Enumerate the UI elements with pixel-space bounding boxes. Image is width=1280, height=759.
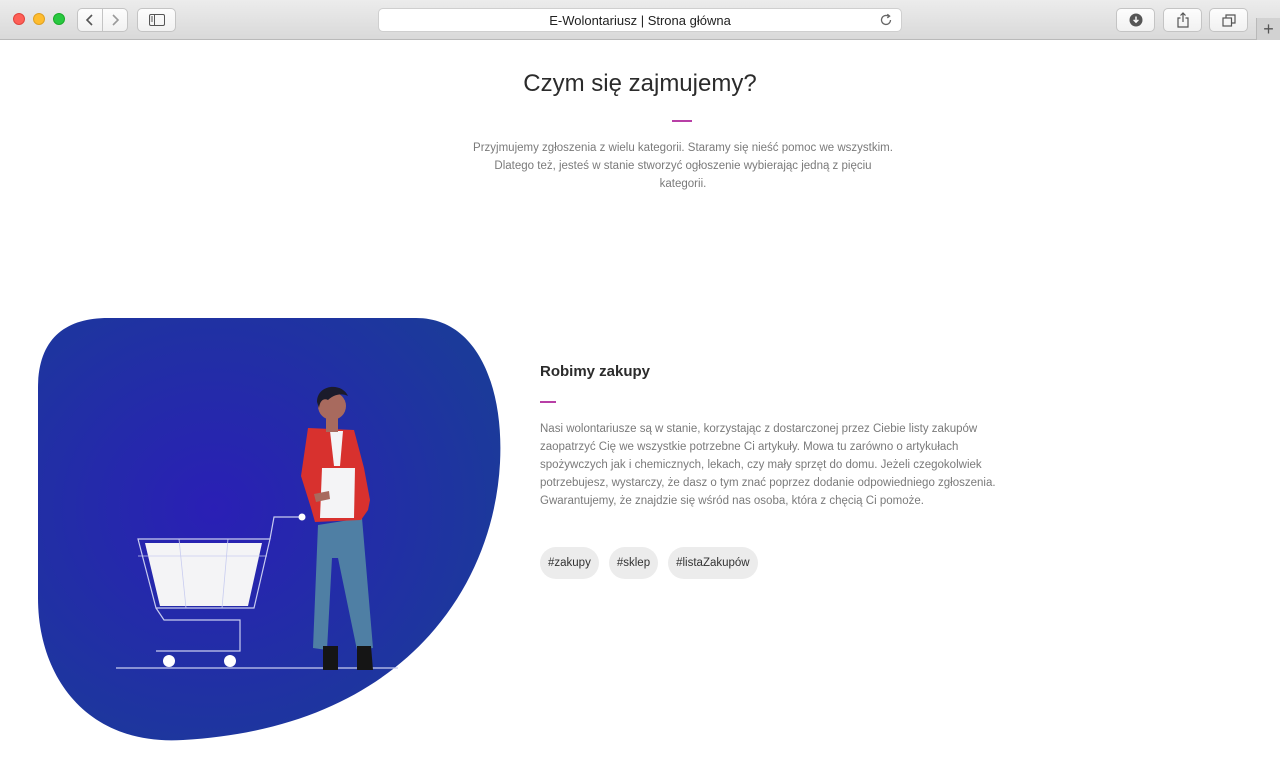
zoom-window-button[interactable]	[53, 13, 65, 25]
chevron-left-icon	[86, 14, 93, 26]
chevron-right-icon	[112, 14, 120, 26]
plus-icon: +	[1263, 19, 1274, 39]
share-button[interactable]	[1163, 8, 1202, 32]
share-icon	[1176, 12, 1189, 28]
show-tabs-button[interactable]	[1209, 8, 1248, 32]
minimize-window-button[interactable]	[33, 13, 45, 25]
category-underline	[540, 401, 556, 403]
page-title-text: E-Wolontariusz | Strona główna	[549, 12, 731, 28]
address-bar[interactable]: E-Wolontariusz | Strona główna	[378, 8, 902, 32]
sidebar-icon	[148, 14, 165, 26]
category-title: Robimy zakupy	[540, 363, 651, 380]
shopping-illustration	[38, 318, 501, 741]
download-icon	[1129, 13, 1142, 27]
close-window-button[interactable]	[13, 13, 25, 25]
forward-button[interactable]	[102, 9, 127, 31]
history-nav	[77, 8, 128, 32]
category-description: Nasi wolontariusze są w stanie, korzysta…	[540, 423, 996, 507]
sidebar-toggle-button[interactable]	[137, 8, 176, 32]
browser-toolbar: E-Wolontariusz | Strona główna +	[0, 0, 1280, 40]
tag-zakupy[interactable]: #zakupy	[540, 547, 599, 579]
title-underline	[672, 120, 692, 122]
tabs-icon	[1221, 13, 1236, 27]
back-button[interactable]	[78, 9, 102, 31]
new-tab-button[interactable]: +	[1256, 18, 1280, 40]
tag-lista-zakupow[interactable]: #listaZakupów	[668, 547, 758, 579]
section-intro: Przyjmujemy zgłoszenia z wielu kategorii…	[473, 142, 893, 190]
downloads-button[interactable]	[1116, 8, 1155, 32]
section-title: Czym się zajmujemy?	[523, 70, 757, 97]
tag-list: #zakupy #sklep #listaZakupów	[540, 547, 758, 579]
tag-sklep[interactable]: #sklep	[608, 547, 659, 579]
blob-background	[38, 318, 501, 741]
reload-icon[interactable]	[879, 13, 893, 27]
